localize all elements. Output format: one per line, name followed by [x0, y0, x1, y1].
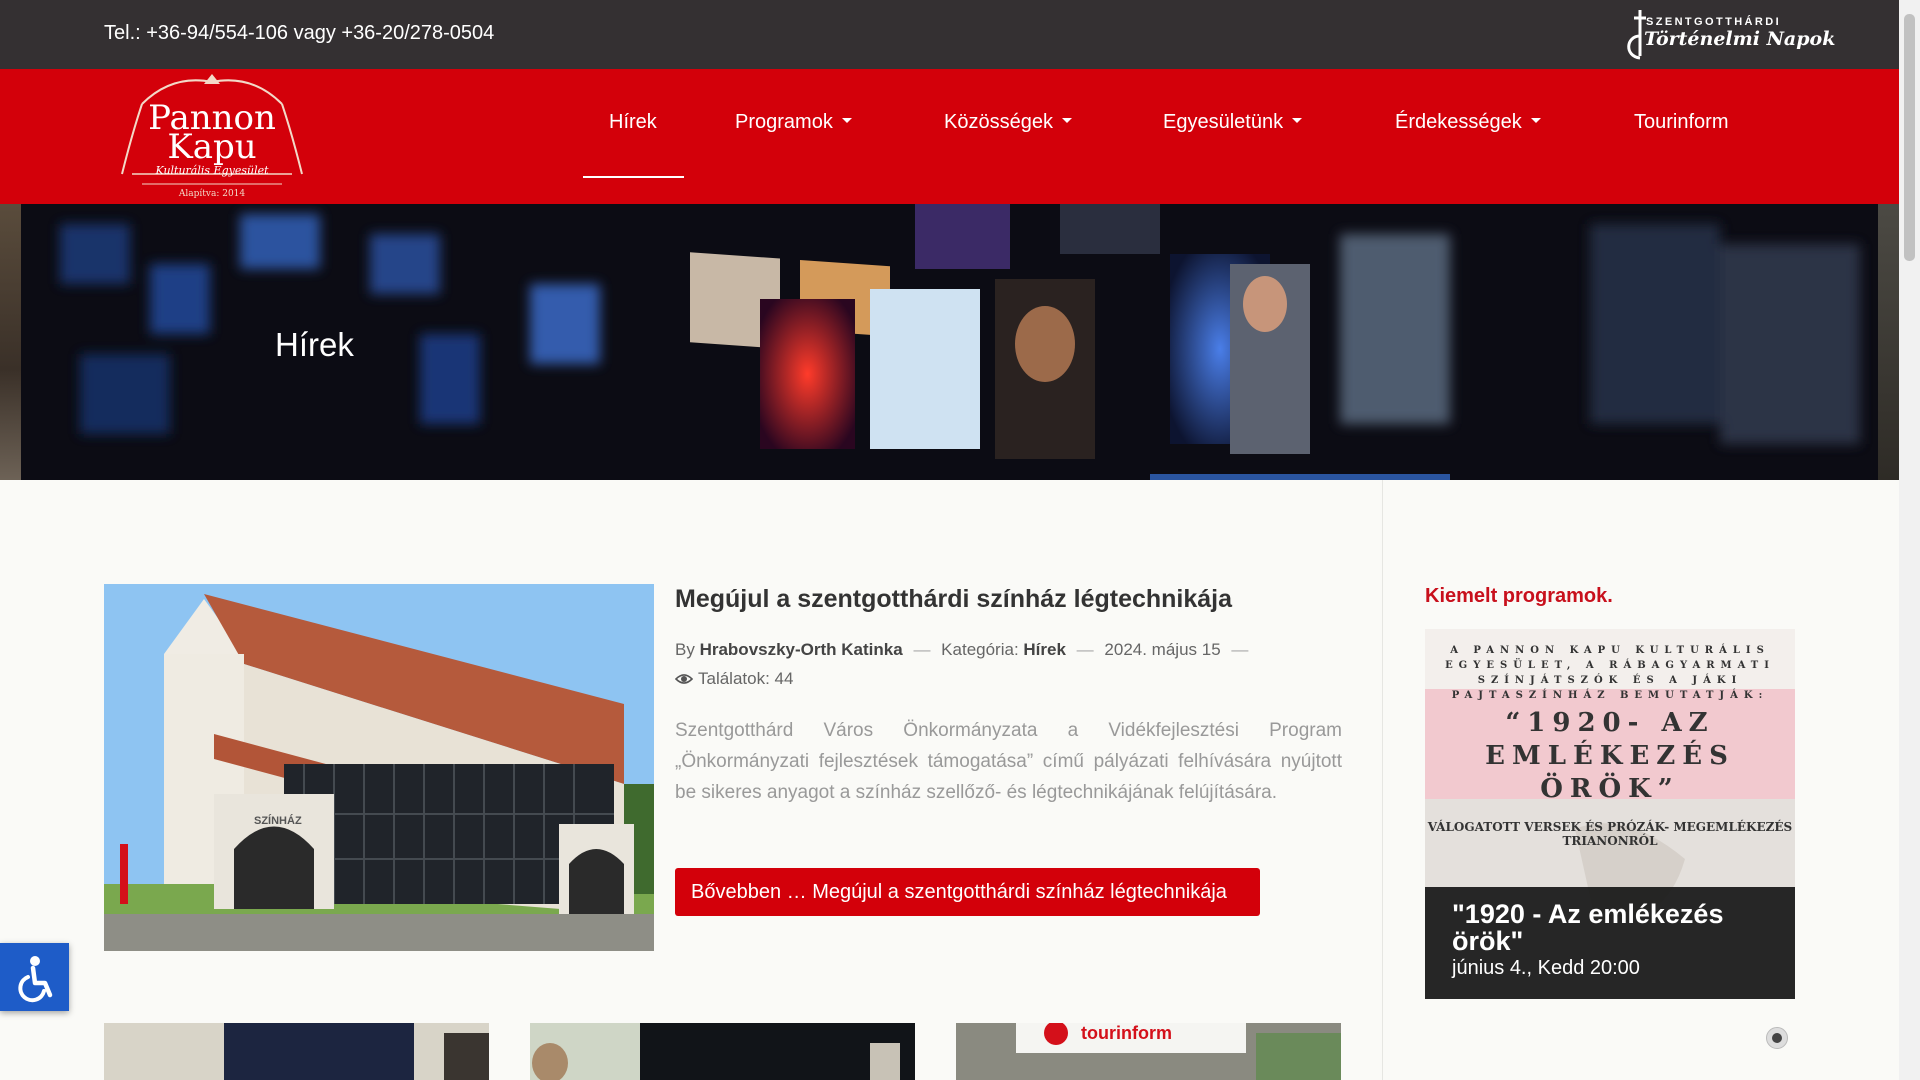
thumbnail-sign: tourinform — [1081, 1023, 1172, 1043]
eye-icon — [674, 674, 694, 684]
article-thumbnail[interactable] — [104, 1023, 489, 1080]
article-thumbnail[interactable] — [530, 1023, 915, 1080]
nav-item-egyesuletunk[interactable]: Egyesületünk — [1163, 111, 1303, 134]
thumbnail-image: tourinform — [956, 1023, 1341, 1080]
slide-title[interactable]: "1920 - Az emlékezés örök" — [1452, 901, 1782, 955]
slider-pagination-dot[interactable] — [1766, 1027, 1788, 1049]
read-more-button[interactable]: Bővebben … Megújul a szentgotthárdi szín… — [675, 868, 1260, 916]
slide-caption: "1920 - Az emlékezés örök" június 4., Ke… — [1425, 887, 1795, 999]
page-title: Hírek — [275, 326, 354, 363]
nav-label: Hírek — [609, 111, 657, 133]
logo-ornament-icon: Pannon Kapu Kulturális Egyesület Alapítv… — [121, 74, 303, 199]
nav-label: Tourinform — [1634, 111, 1729, 133]
poster-quote: “1920- AZ EMLÉKEZÉS ÖRÖK” — [1485, 708, 1735, 804]
article-category[interactable]: Hírek — [1023, 640, 1066, 659]
hero-banner: Hírek — [0, 204, 1899, 480]
slide-date: június 4., Kedd 20:00 — [1452, 957, 1640, 979]
nav-item-programok[interactable]: Programok — [735, 111, 852, 134]
logo-line2: Kapu — [167, 127, 256, 167]
article-image[interactable]: SZÍNHÁZ — [104, 584, 654, 951]
chevron-down-icon — [1292, 118, 1303, 124]
building-sign: SZÍNHÁZ — [254, 814, 302, 827]
article-hits: Találatok: 44 — [674, 669, 794, 689]
accessibility-icon — [18, 956, 53, 1003]
theatre-building-image: SZÍNHÁZ — [104, 584, 654, 951]
chevron-down-icon — [841, 118, 852, 124]
nav-label: Közösségek — [944, 111, 1053, 133]
accessibility-button[interactable] — [0, 943, 69, 1011]
meta-separator: — — [1231, 640, 1249, 659]
pannon-kapu-logo[interactable]: Pannon Kapu Kulturális Egyesület Alapítv… — [112, 74, 312, 199]
thumbnail-image — [530, 1023, 915, 1080]
nav-item-hirek[interactable]: Hírek — [609, 111, 657, 134]
article-title[interactable]: Megújul a szentgotthárdi színház légtech… — [675, 585, 1232, 614]
meta-separator: — — [913, 640, 931, 659]
logo-big-text: Történelmi Napok — [1644, 28, 1836, 50]
article-excerpt: Szentgotthárd Város Önkormányzata a Vidé… — [675, 720, 1342, 803]
main-navbar: Pannon Kapu Kulturális Egyesület Alapítv… — [0, 69, 1899, 204]
category-label: Kategória: — [941, 640, 1019, 659]
thumbnail-image — [104, 1023, 489, 1080]
nav-label: Érdekességek — [1395, 111, 1522, 133]
article-author: Hrabovszky-Orth Katinka — [699, 640, 903, 659]
poster-text: A PANNON KAPU KULTURÁLIS EGYESÜLET, A RÁ… — [1425, 643, 1795, 848]
article-thumbnail[interactable]: tourinform — [956, 1023, 1341, 1080]
nav-label: Egyesületünk — [1163, 111, 1284, 133]
contact-phone: Tel.: +36-94/554-106 vagy +36-20/278-050… — [104, 22, 495, 44]
tortenelmi-napok-logo[interactable]: SZENTGOTTHÁRDI Történelmi Napok — [1620, 6, 1835, 64]
logo-small-text: SZENTGOTTHÁRDI — [1646, 16, 1782, 28]
nav-label: Programok — [735, 111, 833, 133]
author-prefix: By — [675, 640, 695, 659]
article-meta: By Hrabovszky-Orth Katinka — Kategória: … — [675, 640, 1254, 660]
featured-programs-title: Kiemelt programok. — [1425, 585, 1613, 607]
poster-subtitle: VÁLOGATOTT VERSEK ÉS PRÓZÁK- MEGEMLÉKEZÉ… — [1427, 820, 1793, 848]
hits-text: Találatok: 44 — [698, 669, 794, 688]
nav-item-tourinform[interactable]: Tourinform — [1634, 111, 1728, 134]
logo-founded: Alapítva: 2014 — [178, 188, 246, 199]
meta-separator: — — [1076, 640, 1094, 659]
poster-intro: A PANNON KAPU KULTURÁLIS EGYESÜLET, A RÁ… — [1445, 645, 1775, 701]
chevron-down-icon — [1061, 118, 1072, 124]
top-bar: Tel.: +36-94/554-106 vagy +36-20/278-050… — [0, 0, 1899, 69]
nav-item-erdekessegek[interactable]: Érdekességek — [1395, 111, 1541, 134]
article-date: 2024. május 15 — [1104, 640, 1221, 659]
chevron-down-icon — [1530, 118, 1541, 124]
sidebar-divider — [1382, 480, 1383, 1080]
logo-subtitle: Kulturális Egyesület — [154, 164, 269, 177]
featured-program-slide[interactable]: A PANNON KAPU KULTURÁLIS EGYESÜLET, A RÁ… — [1425, 629, 1795, 999]
nav-active-indicator — [583, 176, 684, 178]
scrollbar-thumb[interactable] — [1904, 14, 1915, 261]
page-scrollbar[interactable] — [1899, 0, 1920, 1080]
nav-item-kozossegek[interactable]: Közösségek — [944, 111, 1072, 134]
